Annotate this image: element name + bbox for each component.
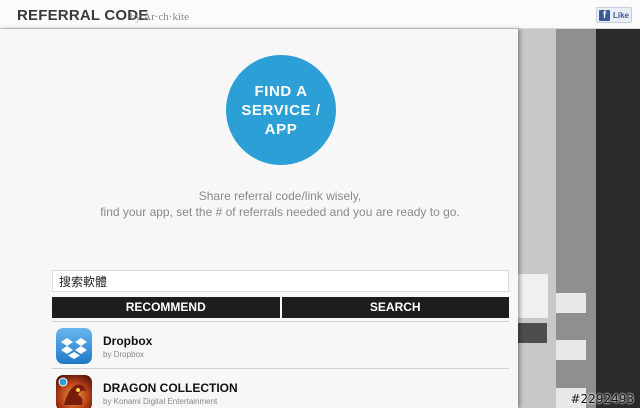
tagline-line-2: find your app, set the # of referrals ne… (100, 205, 460, 219)
dragon-collection-icon (56, 375, 92, 408)
background-tile (556, 340, 586, 360)
tagline: Share referral code/link wisely, find yo… (0, 188, 560, 220)
app-developer: by Dropbox (103, 350, 144, 359)
tab-recommend[interactable]: RECOMMEND (52, 297, 280, 318)
like-label: Like (613, 10, 630, 20)
dropbox-icon (56, 328, 92, 364)
search-input[interactable] (52, 270, 509, 292)
find-service-label: FIND A SERVICE / APP (241, 82, 321, 138)
list-item[interactable]: DRAGON COLLECTION by Konami Digital Ente… (52, 368, 509, 408)
tagline-line-1: Share referral code/link wisely, (198, 189, 362, 203)
app-developer: by Konami Digital Entertainment (103, 397, 218, 406)
tab-bar: RECOMMEND SEARCH (52, 297, 509, 318)
app-name: DRAGON COLLECTION (103, 381, 238, 395)
app-name: Dropbox (103, 334, 153, 348)
facebook-icon: f (599, 9, 610, 21)
tab-search[interactable]: SEARCH (281, 297, 509, 318)
background-tile (556, 293, 586, 313)
author-byline: by Ar·ch·kite (130, 11, 189, 23)
find-service-button[interactable]: FIND A SERVICE / APP (226, 55, 336, 165)
background-panel (596, 29, 640, 408)
app-title: REFERRAL CODE (17, 7, 149, 24)
watermark: #2292493 (570, 392, 635, 406)
top-header: REFERRAL CODE by Ar·ch·kite f Like (0, 0, 640, 29)
list-item[interactable]: Dropbox by Dropbox (52, 321, 509, 367)
facebook-like-button[interactable]: f Like (596, 7, 632, 23)
